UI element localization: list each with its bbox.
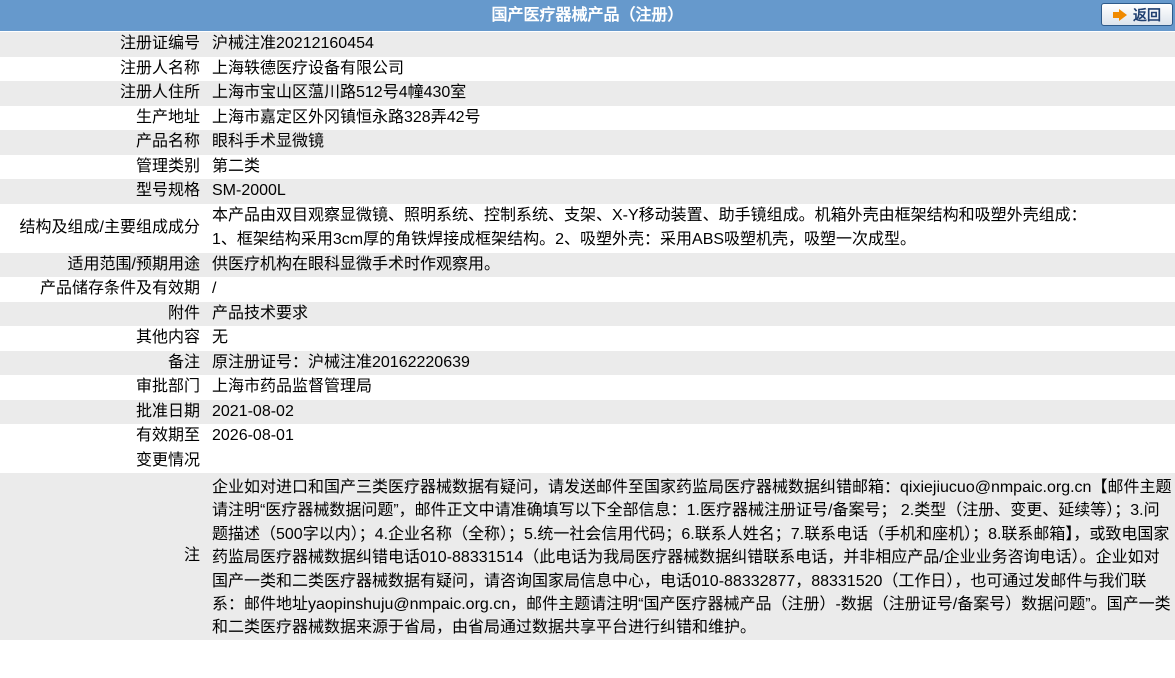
field-label-text: 适用范围/预期用途 [67,255,200,273]
field-label-text: 注册证编号 [119,35,200,52]
field-label: 产品名称 [0,130,212,155]
field-label: 生产地址 [0,105,212,130]
field-value-text: / [212,280,217,297]
back-label: 返回 [1133,6,1161,23]
back-button[interactable]: 返回 [1101,3,1173,26]
field-value-text: 沪械注准20212160454 [212,35,374,52]
field-label: 变更情况 [0,448,212,473]
table-row: 审批部门 上海市药品监督管理局 [0,375,1175,400]
field-label-text: 生产地址 [135,108,200,126]
field-value: 第二类 [212,154,1175,179]
field-label-text: 变更情况 [135,451,200,469]
field-value-text: SM-2000L [212,182,286,199]
field-value: SM-2000L [212,179,1175,204]
field-label: 注册证编号 [0,32,212,57]
field-value-text: 产品技术要求 [212,304,309,322]
table-row: 其他内容无 [0,326,1175,351]
field-label-text: 产品储存条件及有效期 [39,280,200,297]
table-row: 注册证编号 沪械注准20212160454 [0,32,1175,57]
field-label-text: 备注 [167,353,200,371]
field-label: 附件 [0,301,212,326]
field-value-text: 2021-08-02 [212,402,294,420]
field-label: 其他内容 [0,326,212,351]
field-label-text: 结构及组成/主要组成成分 [19,218,200,236]
field-label-text: 管理类别 [135,157,200,175]
field-value: 无 [212,326,1175,351]
field-label-text: 有效期至 [135,427,200,444]
table-row: 产品储存条件及有效期 / [0,277,1175,302]
field-label: 管理类别 [0,154,212,179]
field-label-text: 注册人住所 [119,84,200,101]
field-value: 2021-08-02 [212,399,1175,424]
field-label: 审批部门 [0,375,212,400]
field-value: 眼科手术显微镜 [212,130,1175,155]
field-value-text: 上海市药品监督管理局 [212,378,373,395]
field-label-text: 附件 [167,304,200,322]
detail-table: 注册证编号 沪械注准20212160454 注册人名称 上海轶德医疗设备有限公司 注册人… [0,32,1175,640]
field-value: 上海市嘉定区外冈镇恒永路328弄42号 [212,105,1175,130]
field-label-text: 审批部门 [135,378,200,395]
field-label: 批准日期 [0,399,212,424]
field-label: 注册人住所 [0,81,212,106]
page-header: 国产医疗器械产品（注册） 返回 [0,0,1175,32]
field-value-text: 本产品由双目观察显微镜、照明系统、控制系统、支架、X-Y移动装置、助手镜组成。机… [212,206,1087,224]
field-value: / [212,277,1175,302]
arrow-right-icon [1113,8,1127,21]
table-row: 适用范围/预期用途 供医疗机构在眼科显微手术时作观察用。 [0,252,1175,277]
field-label-text: 型号规格 [135,182,200,199]
field-value: 上海市药品监督管理局 [212,375,1175,400]
field-label-text: 批准日期 [135,402,200,420]
table-row: 注册人名称 上海轶德医疗设备有限公司 [0,56,1175,81]
table-row: 备注 原注册证号：沪械注准20162220639 [0,350,1175,375]
field-label: 有效期至 [0,424,212,449]
note-row: 注企业如对进口和国产三类医疗器械数据有疑问，请发送邮件至国家药监局医疗器械数据纠… [0,473,1175,640]
table-row: 型号规格 SM-2000L [0,179,1175,204]
page-title: 国产医疗器械产品（注册） [491,7,684,24]
field-value-text: 上海轶德医疗设备有限公司 [212,59,405,77]
field-value [212,448,1175,473]
field-value: 产品技术要求 [212,301,1175,326]
field-value: 上海市宝山区蕰川路512号4幢430室 [212,81,1175,106]
field-value-text: 供医疗机构在眼科显微手术时作观察用。 [212,255,501,273]
field-value: 沪械注准20212160454 [212,32,1175,57]
field-value-text: 上海市嘉定区外冈镇恒永路328弄42号 [212,108,481,126]
note-label: 注 [0,473,212,640]
field-value: 供医疗机构在眼科显微手术时作观察用。 [212,252,1175,277]
field-label: 备注 [0,350,212,375]
table-row: 有效期至 2026-08-01 [0,424,1175,449]
note-text: 企业如对进口和国产三类医疗器械数据有疑问，请发送邮件至国家药监局医疗器械数据纠错… [212,473,1175,640]
field-value-text: 眼科手术显微镜 [212,133,325,150]
table-row: 附件 产品技术要求 [0,301,1175,326]
table-row: 批准日期 2021-08-02 [0,399,1175,424]
field-value-text-line2: 1、框架结构采用3cm厚的角铁焊接成框架结构。2、吸塑外壳：采用ABS吸塑机壳，… [212,231,917,248]
field-value-text: 上海市宝山区蕰川路512号4幢430室 [212,84,467,101]
field-label: 产品储存条件及有效期 [0,277,212,302]
field-value-text: 2026-08-01 [212,427,294,444]
field-value-text: 原注册证号：沪械注准20162220639 [212,353,470,371]
table-row: 结构及组成/主要组成成分 本产品由双目观察显微镜、照明系统、控制系统、支架、X-Y… [0,203,1175,253]
field-value: 原注册证号：沪械注准20162220639 [212,350,1175,375]
field-label-text: 注册人名称 [119,59,200,77]
field-value-text: 第二类 [212,157,261,175]
field-label: 结构及组成/主要组成成分 [0,203,212,253]
note-label-text: 注 [183,547,200,565]
field-value: 本产品由双目观察显微镜、照明系统、控制系统、支架、X-Y移动装置、助手镜组成。机… [212,203,1175,253]
field-value-text: 无 [212,329,229,346]
field-label: 型号规格 [0,179,212,204]
field-value: 2026-08-01 [212,424,1175,449]
field-label-text: 其他内容 [135,329,200,346]
field-label-text: 产品名称 [135,133,200,150]
table-row: 产品名称 眼科手术显微镜 [0,130,1175,155]
field-value: 上海轶德医疗设备有限公司 [212,56,1175,81]
field-label: 注册人名称 [0,56,212,81]
table-row: 管理类别 第二类 [0,154,1175,179]
table-row: 生产地址 上海市嘉定区外冈镇恒永路328弄42号 [0,105,1175,130]
field-label: 适用范围/预期用途 [0,252,212,277]
table-row: 注册人住所 上海市宝山区蕰川路512号4幢430室 [0,81,1175,106]
table-row: 变更情况 [0,448,1175,473]
